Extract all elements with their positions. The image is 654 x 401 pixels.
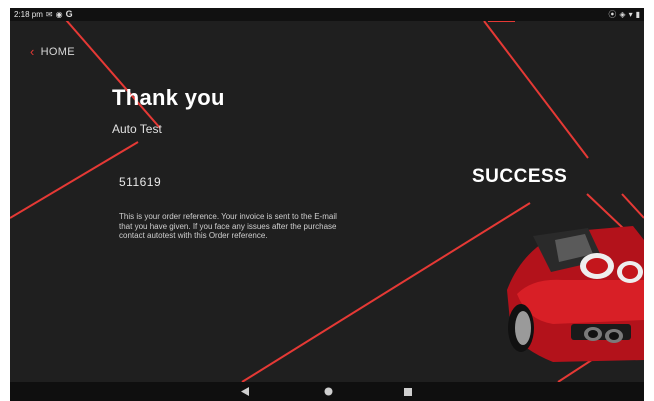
- battery-icon: ▮: [635, 10, 640, 19]
- order-reference: 511619: [119, 175, 162, 189]
- mail-icon: ✉: [45, 10, 53, 19]
- status-bar: 2:18 pm ✉ ◉ G ⦿ ◈ ▾ ▮: [10, 8, 644, 21]
- google-icon: G: [65, 9, 73, 19]
- customer-name: Auto Test: [112, 122, 162, 136]
- chevron-left-icon: ‹: [30, 44, 35, 59]
- home-link[interactable]: ‹ HOME: [30, 45, 75, 58]
- navigation-bar: [10, 382, 644, 401]
- car-image: [507, 226, 644, 362]
- vibrate-icon: ◈: [619, 10, 626, 19]
- back-icon[interactable]: [238, 385, 252, 398]
- app-screen: 2:18 pm ✉ ◉ G ⦿ ◈ ▾ ▮ ‹ HOME Thank you A…: [10, 8, 644, 401]
- status-time: 2:18 pm: [14, 10, 43, 19]
- home-icon[interactable]: [321, 385, 335, 398]
- success-label: SUCCESS: [472, 166, 568, 187]
- wifi-icon: ▾: [628, 10, 633, 19]
- home-label: HOME: [40, 45, 75, 58]
- sync-icon: ◉: [55, 10, 63, 19]
- location-icon: ⦿: [608, 10, 617, 19]
- recents-icon[interactable]: [401, 385, 415, 398]
- page-title: Thank you: [112, 85, 225, 110]
- order-description: This is your order reference. Your invoi…: [119, 212, 337, 240]
